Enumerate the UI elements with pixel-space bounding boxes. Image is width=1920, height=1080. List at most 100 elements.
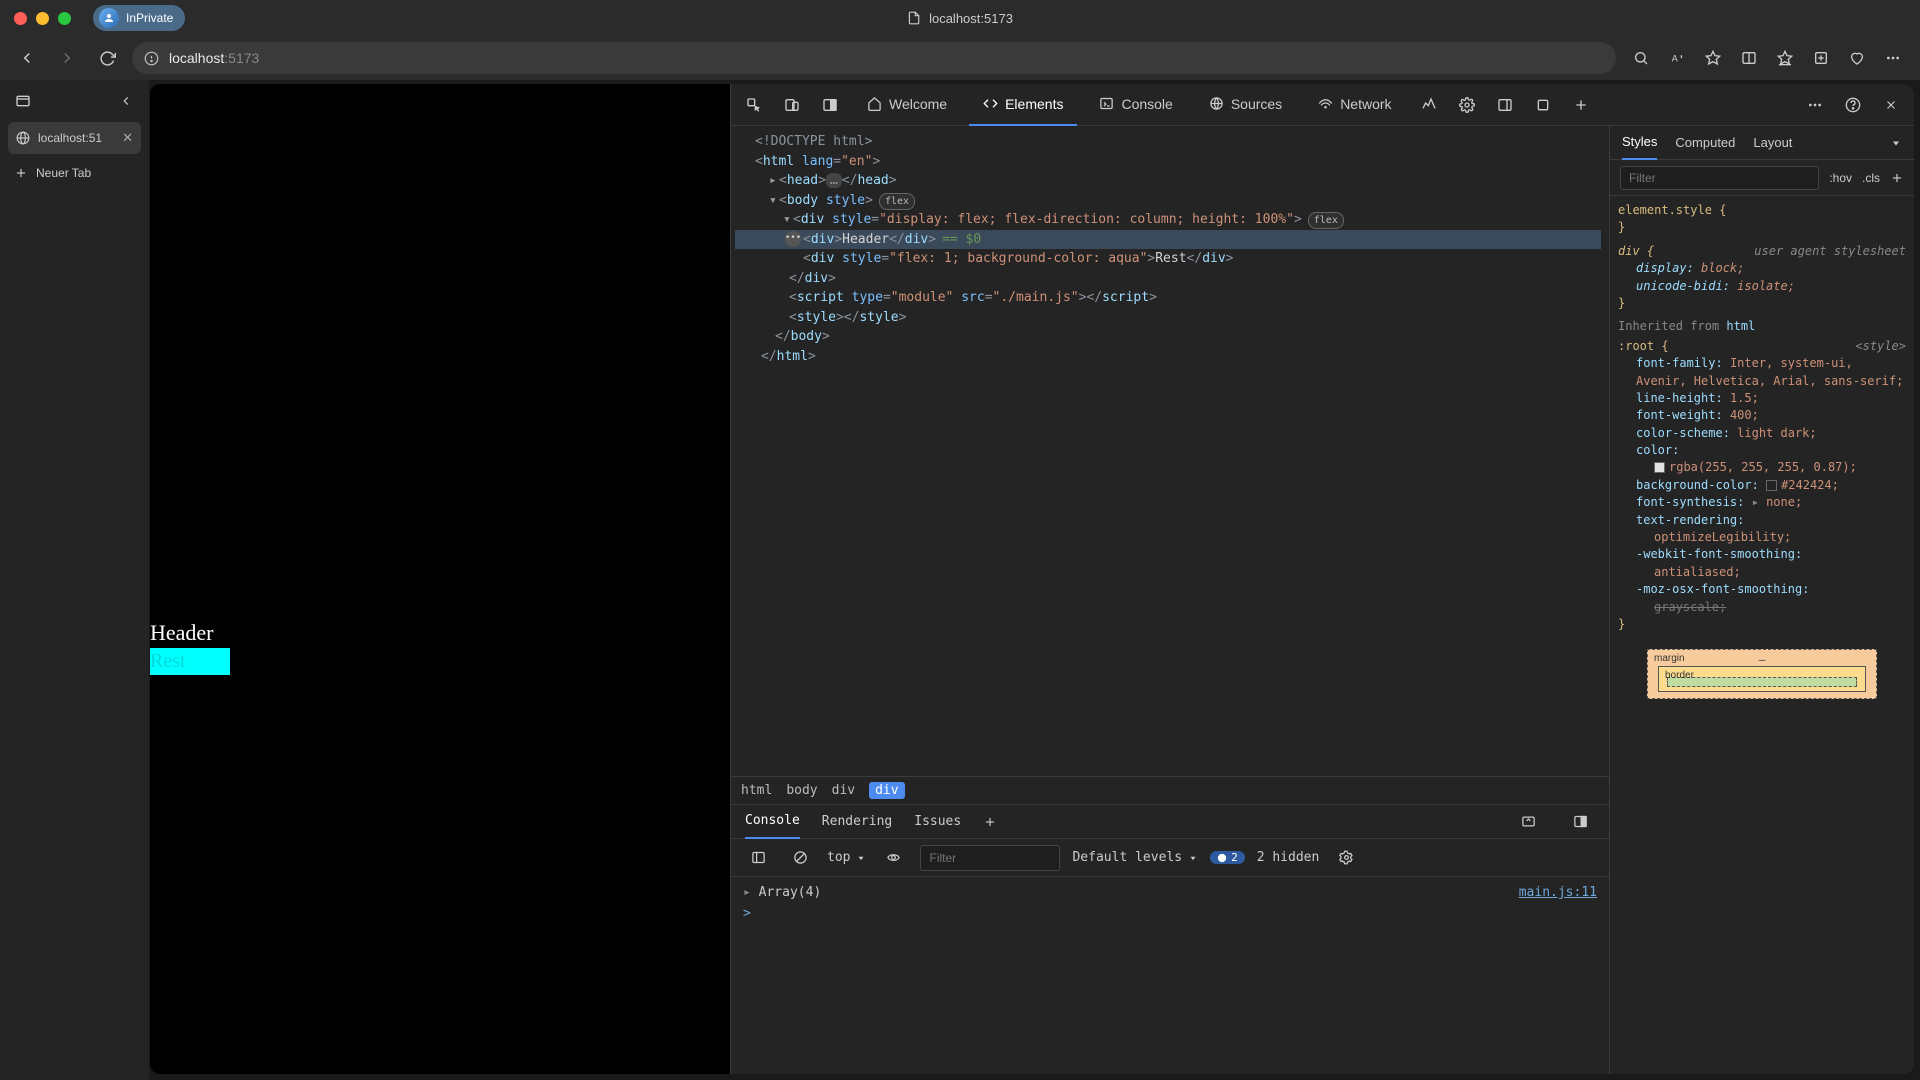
dom-doctype[interactable]: <!DOCTYPE html> bbox=[735, 132, 1601, 152]
chevron-down-icon[interactable] bbox=[1890, 137, 1902, 149]
tab-sources[interactable]: Sources bbox=[1195, 84, 1296, 126]
settings-icon[interactable] bbox=[1452, 90, 1482, 120]
devtools-close-icon[interactable] bbox=[1876, 90, 1906, 120]
styles-tab-styles[interactable]: Styles bbox=[1622, 126, 1657, 160]
bm-margin-label: margin bbox=[1654, 652, 1685, 667]
devtools-panel: Welcome Elements Console Sources Network bbox=[730, 84, 1914, 1074]
close-window-icon[interactable] bbox=[14, 12, 27, 25]
rendered-page: Header Rest bbox=[150, 84, 730, 1074]
flex-badge[interactable]: flex bbox=[879, 193, 915, 210]
inspect-icon[interactable] bbox=[739, 90, 769, 120]
tab-label: localhost:51 bbox=[38, 131, 102, 145]
tab-actions-icon[interactable] bbox=[8, 86, 38, 116]
styles-tab-layout[interactable]: Layout bbox=[1753, 135, 1792, 150]
styles-filter-row: :hov .cls bbox=[1610, 160, 1914, 196]
console-filter-input[interactable] bbox=[920, 845, 1060, 871]
crumb-div[interactable]: div bbox=[832, 783, 855, 798]
dom-script[interactable]: <script type="module" src="./main.js"></… bbox=[735, 288, 1601, 308]
console-icon bbox=[1099, 96, 1114, 111]
drawer-tab-issues[interactable]: Issues bbox=[914, 814, 961, 829]
dom-div-close[interactable]: </div> bbox=[735, 269, 1601, 289]
live-expression-icon[interactable] bbox=[878, 843, 908, 873]
log-source-link[interactable]: main.js:11 bbox=[1519, 885, 1597, 900]
dom-html-open[interactable]: <html lang="en"> bbox=[735, 152, 1601, 172]
bm-border-label: border bbox=[1665, 669, 1694, 684]
clear-console-icon[interactable] bbox=[785, 843, 815, 873]
drawer-dock-icon[interactable] bbox=[1565, 807, 1595, 837]
crumb-div-active[interactable]: div bbox=[869, 782, 904, 799]
cls-toggle[interactable]: .cls bbox=[1862, 171, 1880, 185]
styles-filter-input[interactable] bbox=[1620, 166, 1819, 190]
main-area: localhost:51 ✕ Neuer Tab Header Rest We bbox=[0, 80, 1920, 1080]
collections-icon[interactable] bbox=[1806, 43, 1836, 73]
collapse-tabs-icon[interactable] bbox=[111, 86, 141, 116]
favorite-icon[interactable] bbox=[1698, 43, 1728, 73]
dom-rest-div[interactable]: <div style="flex: 1; background-color: a… bbox=[735, 249, 1601, 269]
dom-head[interactable]: ▸<head>…</head> bbox=[735, 171, 1601, 191]
console-body[interactable]: ▸ Array(4) main.js:11 > bbox=[731, 877, 1609, 1074]
address-bar[interactable]: localhost:5173 bbox=[132, 42, 1616, 74]
help-icon[interactable] bbox=[1838, 90, 1868, 120]
crumb-body[interactable]: body bbox=[786, 783, 817, 798]
tab-elements[interactable]: Elements bbox=[969, 84, 1077, 126]
hov-toggle[interactable]: :hov bbox=[1829, 171, 1852, 185]
devtools-more-icon[interactable] bbox=[1800, 90, 1830, 120]
browser-essentials-icon[interactable] bbox=[1842, 43, 1872, 73]
read-aloud-icon[interactable]: A bbox=[1662, 43, 1692, 73]
new-style-rule-icon[interactable] bbox=[1890, 171, 1904, 185]
dom-row-actions-icon[interactable]: ••• bbox=[785, 231, 801, 247]
back-button[interactable] bbox=[12, 43, 42, 73]
performance-icon[interactable] bbox=[1414, 90, 1444, 120]
inprivate-badge[interactable]: InPrivate bbox=[93, 5, 185, 31]
activity-icon[interactable] bbox=[1490, 90, 1520, 120]
tab-close-icon[interactable]: ✕ bbox=[122, 130, 133, 146]
tab-network[interactable]: Network bbox=[1304, 84, 1405, 126]
dom-outer-div[interactable]: ▾<div style="display: flex; flex-directi… bbox=[735, 210, 1601, 230]
console-levels-select[interactable]: Default levels bbox=[1072, 850, 1198, 865]
drawer-tab-console[interactable]: Console bbox=[745, 805, 800, 839]
crumb-html[interactable]: html bbox=[741, 783, 772, 798]
drawer-expand-icon[interactable] bbox=[1513, 807, 1543, 837]
console-settings-icon[interactable] bbox=[1331, 843, 1361, 873]
console-log-row[interactable]: ▸ Array(4) main.js:11 bbox=[743, 883, 1597, 902]
more-menu-icon[interactable] bbox=[1878, 43, 1908, 73]
dom-breadcrumb: html body div div bbox=[731, 776, 1609, 804]
issues-badge[interactable]: 2 bbox=[1210, 851, 1245, 864]
inprivate-label: InPrivate bbox=[126, 11, 173, 25]
favorites-list-icon[interactable] bbox=[1770, 43, 1800, 73]
window-title-text: localhost:5173 bbox=[929, 11, 1013, 26]
dom-body-close[interactable]: </body> bbox=[735, 327, 1601, 347]
tab-console[interactable]: Console bbox=[1085, 84, 1186, 126]
drawer-add-tab-icon[interactable] bbox=[983, 815, 997, 829]
zoom-icon[interactable] bbox=[1626, 43, 1656, 73]
new-tab-button[interactable]: Neuer Tab bbox=[8, 162, 141, 184]
console-sidebar-icon[interactable] bbox=[743, 843, 773, 873]
dom-tree[interactable]: <!DOCTYPE html> <html lang="en"> ▸<head>… bbox=[731, 126, 1609, 776]
console-prompt[interactable]: > bbox=[743, 902, 1597, 925]
split-screen-icon[interactable] bbox=[1734, 43, 1764, 73]
dom-body-open[interactable]: ▾<body style>flex bbox=[735, 191, 1601, 211]
reload-button[interactable] bbox=[92, 43, 122, 73]
dom-style[interactable]: <style></style> bbox=[735, 308, 1601, 328]
dom-header-div[interactable]: •••<div>Header</div>== $0 bbox=[735, 230, 1601, 250]
detach-icon[interactable] bbox=[1528, 90, 1558, 120]
more-tabs-icon[interactable] bbox=[1566, 90, 1596, 120]
maximize-window-icon[interactable] bbox=[58, 12, 71, 25]
styles-tab-computed[interactable]: Computed bbox=[1675, 135, 1735, 150]
styles-body[interactable]: element.style { } div {user agent styles… bbox=[1610, 196, 1914, 1074]
dom-html-close[interactable]: </html> bbox=[735, 347, 1601, 367]
console-toolbar: top Default levels 2 2 hidden bbox=[731, 839, 1609, 877]
rendered-header: Header bbox=[150, 618, 230, 648]
site-info-icon[interactable] bbox=[144, 51, 159, 66]
tab-welcome[interactable]: Welcome bbox=[853, 84, 961, 126]
minimize-window-icon[interactable] bbox=[36, 12, 49, 25]
flex-badge[interactable]: flex bbox=[1308, 212, 1344, 229]
styles-pane: Styles Computed Layout :hov .cls element… bbox=[1609, 126, 1914, 1074]
devtools-body: <!DOCTYPE html> <html lang="en"> ▸<head>… bbox=[731, 126, 1914, 1074]
box-model: margin – border bbox=[1647, 649, 1877, 699]
tab-localhost[interactable]: localhost:51 ✕ bbox=[8, 122, 141, 154]
drawer-tab-rendering[interactable]: Rendering bbox=[822, 814, 892, 829]
console-context-select[interactable]: top bbox=[827, 850, 866, 865]
device-toolbar-icon[interactable] bbox=[777, 90, 807, 120]
dock-icon[interactable] bbox=[815, 90, 845, 120]
